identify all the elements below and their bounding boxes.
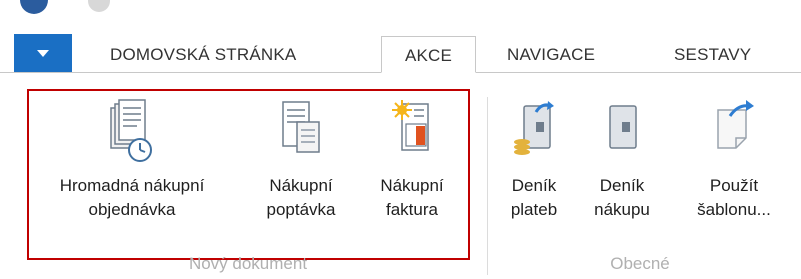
purchase-invoice-button[interactable]: Nákupní faktura — [358, 98, 466, 240]
purchase-journal-button[interactable]: Deník nákupu — [582, 98, 662, 240]
purchase-journal-icon — [602, 98, 642, 173]
profile-avatar[interactable] — [88, 0, 110, 12]
tab-domovska-stranka[interactable]: DOMOVSKÁ STRÁNKA — [110, 36, 296, 73]
application-menu-button[interactable] — [14, 34, 72, 72]
label-line-1: Hromadná nákupní — [59, 176, 205, 195]
purchase-quote-label: Nákupní poptávka — [248, 174, 354, 222]
label-line-2: poptávka — [266, 200, 336, 219]
app-logo — [20, 0, 48, 14]
general-group-label: Obecné — [610, 254, 670, 273]
batch-purchase-order-label: Hromadná nákupní objednávka — [28, 174, 236, 222]
label-line-2: šablonu... — [697, 200, 771, 219]
chevron-down-icon — [37, 49, 49, 57]
use-template-icon — [710, 98, 758, 173]
tab-navigace[interactable]: NAVIGACE — [507, 36, 595, 73]
use-template-label: Použít šablonu... — [680, 174, 788, 222]
label-line-2: plateb — [510, 200, 558, 219]
label-line-1: Deník — [511, 176, 557, 195]
label-line-1: Deník — [599, 176, 645, 195]
purchase-quote-icon — [279, 98, 323, 173]
batch-purchase-order-button[interactable]: Hromadná nákupní objednávka — [28, 98, 236, 240]
label-line-2: objednávka — [88, 200, 176, 219]
label-line-2: faktura — [386, 200, 438, 219]
group-separator — [487, 97, 488, 275]
batch-order-clock-icon — [107, 98, 157, 173]
tab-akce[interactable]: AKCE — [381, 36, 476, 73]
purchase-quote-button[interactable]: Nákupní poptávka — [248, 98, 354, 240]
tab-sestavy[interactable]: SESTAVY — [674, 36, 751, 73]
payment-journal-icon — [510, 98, 558, 173]
title-strip — [0, 0, 801, 26]
label-line-1: Nákupní — [380, 176, 444, 195]
purchase-invoice-label: Nákupní faktura — [358, 174, 466, 222]
payment-journal-label: Deník plateb — [494, 174, 574, 222]
label-line-2: nákupu — [594, 200, 650, 219]
label-line-1: Nákupní — [269, 176, 333, 195]
label-line-1: Použít — [709, 176, 759, 195]
purchase-journal-label: Deník nákupu — [582, 174, 662, 222]
use-template-button[interactable]: Použít šablonu... — [680, 98, 788, 240]
ribbon-tab-bar: DOMOVSKÁ STRÁNKA AKCE NAVIGACE SESTAVY — [0, 26, 801, 73]
new-document-group-label: Nový dokument — [188, 254, 308, 273]
purchase-invoice-icon — [390, 98, 434, 173]
payment-journal-button[interactable]: Deník plateb — [494, 98, 574, 240]
